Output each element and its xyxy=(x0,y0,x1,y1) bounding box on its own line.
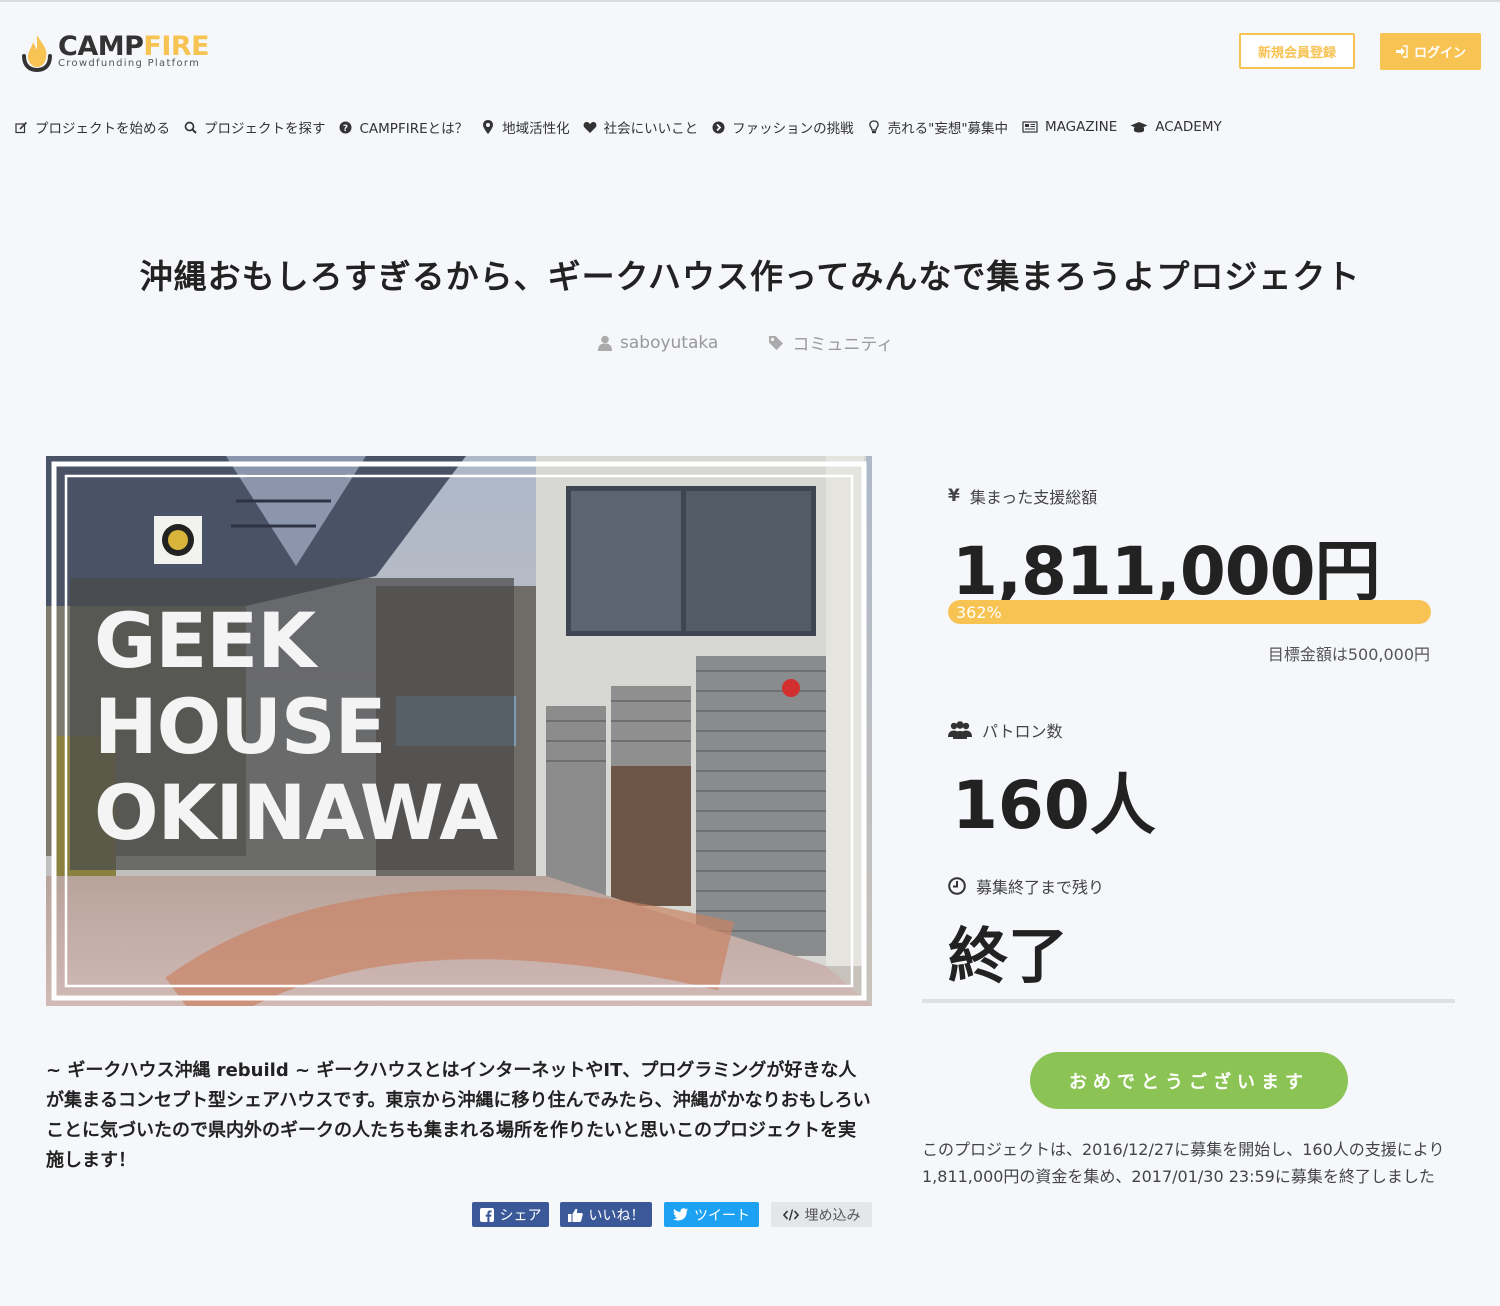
patrons-label-text: パトロン数 xyxy=(982,722,1063,741)
campfire-logo[interactable]: CAMPFIRE Crowdfunding Platform xyxy=(20,30,220,74)
thumbs-up-icon xyxy=(567,1208,583,1222)
amount-label-text: 集まった支援総額 xyxy=(969,488,1098,507)
nav-item-find-project[interactable]: プロジェクトを探す xyxy=(183,117,326,137)
tweet-label: ツイート xyxy=(694,1207,750,1224)
graduation-cap-icon xyxy=(1130,120,1148,134)
question-icon: ? xyxy=(339,120,353,134)
logo-tagline: Crowdfunding Platform xyxy=(58,58,201,69)
search-icon xyxy=(183,120,197,134)
nav-item-idea[interactable]: 売れる"妄想"募集中 xyxy=(867,117,1008,137)
hero-text-line: HOUSE xyxy=(94,682,387,771)
time-remaining: 終了 xyxy=(948,922,1068,992)
svg-text:?: ? xyxy=(343,124,348,134)
patron-count: 160人 xyxy=(952,767,1156,844)
progress-text: 362% xyxy=(956,602,1002,622)
remaining-label: 募集終了まで残り xyxy=(948,874,1104,898)
facebook-like-label: いいね！ xyxy=(588,1207,645,1224)
code-icon xyxy=(782,1208,799,1221)
arrow-circle-icon xyxy=(711,120,725,134)
project-hero-image[interactable]: GEEK HOUSE OKINAWA xyxy=(46,456,872,1006)
amount-label: ¥ 集まった支援総額 xyxy=(948,484,1097,508)
nav-label: 社会にいいこと xyxy=(603,121,699,137)
nav-label: CAMPFIREとは？ xyxy=(359,121,469,137)
map-pin-icon xyxy=(481,120,495,134)
project-title: 沖縄おもしろすぎるから、ギークハウス作ってみんなで集まろうよプロジェクト xyxy=(139,257,1361,296)
nav-label: 地域活性化 xyxy=(502,121,570,137)
nav-item-fashion[interactable]: ファッションの挑戦 xyxy=(711,117,854,137)
goal-amount: 目標金額は500,000円 xyxy=(1267,645,1430,664)
nav-label: プロジェクトを始める xyxy=(35,121,170,137)
hero-text-line: OKINAWA xyxy=(94,768,498,857)
hero-text: GEEK HOUSE OKINAWA xyxy=(94,596,498,857)
patrons-label: パトロン数 xyxy=(948,718,1062,742)
facebook-share-label: シェア xyxy=(499,1207,542,1224)
project-meta: saboyutaka コミュニティ xyxy=(598,330,893,355)
remaining-label-text: 募集終了まで残り xyxy=(976,878,1105,897)
nav-item-about[interactable]: ? CAMPFIREとは？ xyxy=(339,117,469,137)
yen-icon: ¥ xyxy=(948,486,960,506)
nav-label: ファッションの挑戦 xyxy=(732,121,854,137)
nav-item-start-project[interactable]: プロジェクトを始める xyxy=(14,117,170,137)
lightbulb-icon xyxy=(867,120,881,134)
congrats-button[interactable]: おめでとうございます xyxy=(1030,1052,1348,1109)
newspaper-icon xyxy=(1021,120,1038,134)
top-border xyxy=(0,0,1500,2)
project-owner[interactable]: saboyutaka xyxy=(598,333,718,353)
nav-item-magazine[interactable]: MAGAZINE xyxy=(1021,119,1117,135)
nav-item-social-good[interactable]: 社会にいいこと xyxy=(583,117,699,137)
main-nav: プロジェクトを始める プロジェクトを探す ? CAMPFIREとは？ 地域活性化… xyxy=(14,116,1235,138)
users-icon xyxy=(948,721,972,739)
login-label: ログイン xyxy=(1413,46,1466,61)
project-category[interactable]: コミュニティ xyxy=(768,330,893,355)
edit-icon xyxy=(14,120,28,134)
login-button[interactable]: ログイン xyxy=(1380,33,1481,70)
sign-in-icon xyxy=(1395,45,1408,58)
nav-label: プロジェクトを探す xyxy=(204,121,326,137)
facebook-share-button[interactable]: シェア xyxy=(472,1202,549,1227)
facebook-icon xyxy=(479,1207,494,1222)
nav-item-academy[interactable]: ACADEMY xyxy=(1130,119,1222,135)
category-name: コミュニティ xyxy=(792,335,894,355)
twitter-icon xyxy=(673,1208,688,1221)
heart-icon xyxy=(583,120,597,134)
hero-text-line: GEEK xyxy=(94,596,316,685)
tag-icon xyxy=(769,335,784,350)
nav-label: MAGAZINE xyxy=(1045,119,1118,135)
project-summary: このプロジェクトは、2016/12/27に募集を開始し、160人の支援により1,… xyxy=(922,1140,1445,1186)
register-button[interactable]: 新規会員登録 xyxy=(1239,33,1355,69)
progress-bar-fill: 362% xyxy=(948,600,1431,624)
embed-button[interactable]: 埋め込み xyxy=(771,1202,872,1227)
nav-label: 売れる"妄想"募集中 xyxy=(887,121,1009,137)
facebook-like-button[interactable]: いいね！ xyxy=(560,1202,652,1227)
project-description: ~ ギークハウス沖縄 rebuild ~ ギークハウスとはインターネットやIT、… xyxy=(46,1060,871,1171)
flame-logo-icon xyxy=(22,35,52,72)
clock-icon xyxy=(948,877,966,895)
progress-bar: 362% xyxy=(948,600,1431,624)
funding-stats-panel: ¥ 集まった支援総額 1,811,000円 362% 目標金額は500,000円… xyxy=(922,456,1455,1003)
tweet-button[interactable]: ツイート xyxy=(664,1202,759,1227)
nav-label: ACADEMY xyxy=(1155,119,1222,135)
embed-label: 埋め込み xyxy=(804,1207,861,1224)
nav-item-regional[interactable]: 地域活性化 xyxy=(481,117,570,137)
owner-name: saboyutaka xyxy=(620,332,719,353)
user-icon xyxy=(598,335,612,351)
